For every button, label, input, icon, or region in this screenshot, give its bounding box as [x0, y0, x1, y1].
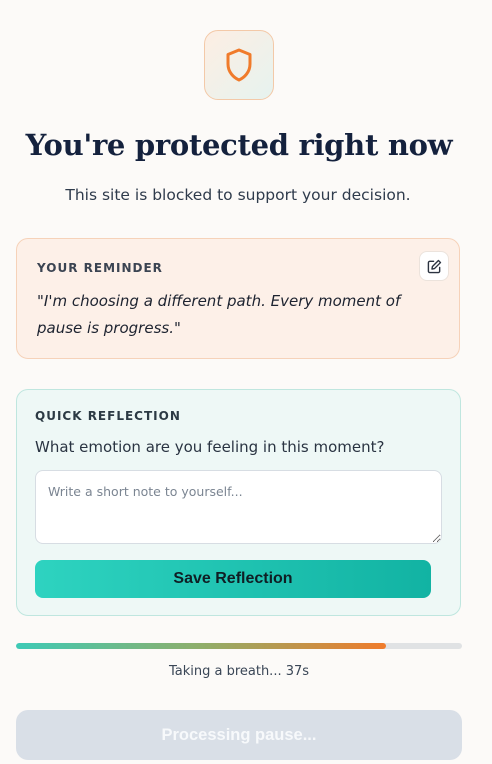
page-title: You're protected right now [25, 128, 453, 162]
pause-progress-bar [16, 643, 462, 649]
reflection-question: What emotion are you feeling in this mom… [35, 438, 385, 456]
edit-reminder-button[interactable] [419, 251, 449, 281]
reflection-label: QUICK REFLECTION [35, 409, 181, 423]
page-subtitle: This site is blocked to support your dec… [65, 186, 411, 204]
save-reflection-button[interactable]: Save Reflection [35, 560, 431, 598]
pause-progress-fill [16, 643, 387, 649]
reminder-label: YOUR REMINDER [37, 261, 163, 275]
reflection-card: QUICK REFLECTION What emotion are you fe… [16, 389, 461, 616]
reflection-note-input[interactable] [35, 470, 442, 544]
shield-badge [204, 30, 274, 100]
shield-icon [226, 48, 252, 82]
edit-icon [427, 259, 441, 273]
processing-pause-button[interactable]: Processing pause... [16, 710, 462, 760]
reminder-card: YOUR REMINDER "I'm choosing a different … [16, 238, 460, 359]
timer-text: Taking a breath... 37s [168, 664, 310, 679]
reminder-quote: "I'm choosing a different path. Every mo… [37, 292, 401, 337]
